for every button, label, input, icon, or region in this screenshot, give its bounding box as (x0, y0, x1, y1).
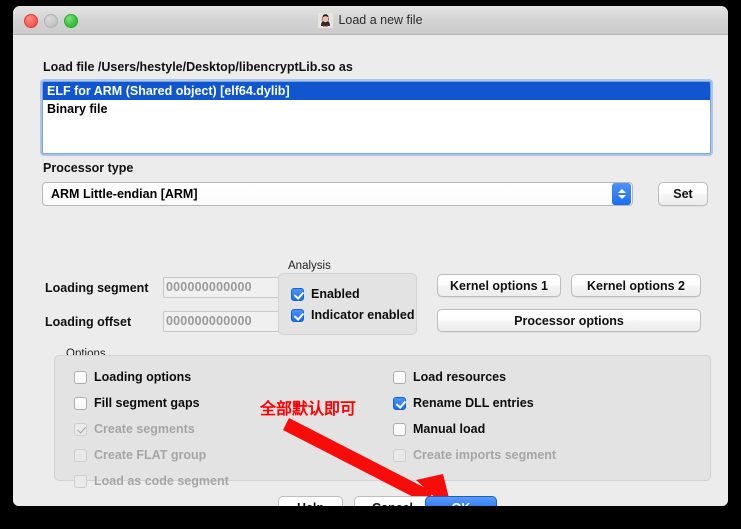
checkbox-label: Manual load (413, 422, 486, 436)
window-title: Load a new file (338, 13, 423, 27)
analysis-group: Enabled Indicator enabled (278, 273, 417, 335)
ok-button[interactable]: OK (425, 496, 497, 506)
dialog-body: Load file /Users/hestyle/Desktop/libencr… (13, 35, 728, 506)
loading-segment-label: Loading segment (45, 281, 149, 295)
kernel-options-2-button[interactable]: Kernel options 2 (571, 274, 701, 297)
checkbox-fill-segment-gaps[interactable]: Fill segment gaps (74, 396, 200, 410)
title-bar: Load a new file (13, 6, 728, 35)
processor-type-value: ARM Little-endian [ARM] (51, 187, 198, 201)
annotation-text: 全部默认即可 (260, 399, 357, 418)
checkbox-manual-load[interactable]: Manual load (393, 422, 485, 436)
checkbox-load-resources[interactable]: Load resources (393, 370, 506, 384)
checkbox-label: Load resources (413, 370, 507, 384)
checkbox-indicator-enabled[interactable]: Indicator enabled (291, 308, 415, 322)
list-item[interactable]: ELF for ARM (Shared object) [elf64.dylib… (43, 82, 710, 100)
dialog-window: Load a new file Load file /Users/hestyle… (13, 6, 728, 506)
checkbox-box-icon (74, 448, 87, 462)
ida-pro-icon (318, 12, 334, 28)
chevron-down-icon (617, 195, 626, 199)
options-group: Loading options Fill segment gaps Create… (54, 355, 711, 488)
checkbox-label: Create segments (94, 422, 195, 436)
checkbox-label: Create imports segment (413, 448, 557, 462)
cancel-button[interactable]: Cancel (354, 496, 431, 506)
checkbox-enabled[interactable]: Enabled (291, 287, 360, 301)
checkbox-box-icon (393, 422, 406, 436)
close-button[interactable] (24, 14, 38, 28)
checkbox-box-icon (393, 396, 406, 410)
checkbox-label: Fill segment gaps (94, 396, 200, 410)
checkbox-box-icon (74, 396, 87, 410)
kernel-options-1-button[interactable]: Kernel options 1 (437, 274, 561, 297)
checkbox-label: Rename DLL entries (413, 396, 534, 410)
processor-options-button[interactable]: Processor options (437, 309, 701, 332)
processor-type-label: Processor type (43, 161, 134, 175)
checkbox-box-icon (74, 422, 87, 436)
list-item[interactable]: Binary file (43, 100, 710, 118)
checkbox-create-imports-segment: Create imports segment (393, 448, 556, 462)
checkbox-label: Enabled (311, 287, 360, 301)
stepper-icon[interactable] (612, 183, 631, 205)
checkbox-label: Indicator enabled (311, 308, 415, 322)
title-center: Load a new file (13, 6, 728, 34)
checkbox-create-segments: Create segments (74, 422, 195, 436)
loading-offset-field[interactable]: 000000000000 (163, 311, 279, 332)
checkbox-box-icon (393, 370, 406, 384)
checkbox-loading-options[interactable]: Loading options (74, 370, 191, 384)
loading-offset-label: Loading offset (45, 315, 132, 329)
file-type-list[interactable]: ELF for ARM (Shared object) [elf64.dylib… (42, 81, 711, 154)
checkbox-label: Loading options (94, 370, 192, 384)
checkbox-label: Create FLAT group (94, 448, 207, 462)
checkbox-box-icon (393, 448, 406, 462)
checkbox-rename-dll-entries[interactable]: Rename DLL entries (393, 396, 534, 410)
checkbox-box-icon (291, 287, 304, 301)
minimize-button[interactable] (44, 14, 58, 28)
checkbox-create-flat-group: Create FLAT group (74, 448, 206, 462)
checkbox-box-icon (74, 370, 87, 384)
set-button[interactable]: Set (658, 182, 708, 206)
help-button[interactable]: Help (278, 496, 343, 506)
processor-type-select[interactable]: ARM Little-endian [ARM] (42, 182, 633, 206)
checkbox-load-as-code-segment: Load as code segment (74, 474, 229, 488)
maximize-button[interactable] (64, 14, 78, 28)
checkbox-box-icon (291, 308, 304, 322)
chevron-up-icon (617, 189, 626, 193)
analysis-group-title: Analysis (285, 260, 334, 272)
loading-segment-field[interactable]: 000000000000 (163, 277, 279, 298)
checkbox-label: Load as code segment (94, 474, 229, 488)
checkbox-box-icon (74, 474, 87, 488)
load-file-label: Load file /Users/hestyle/Desktop/libencr… (43, 60, 353, 74)
